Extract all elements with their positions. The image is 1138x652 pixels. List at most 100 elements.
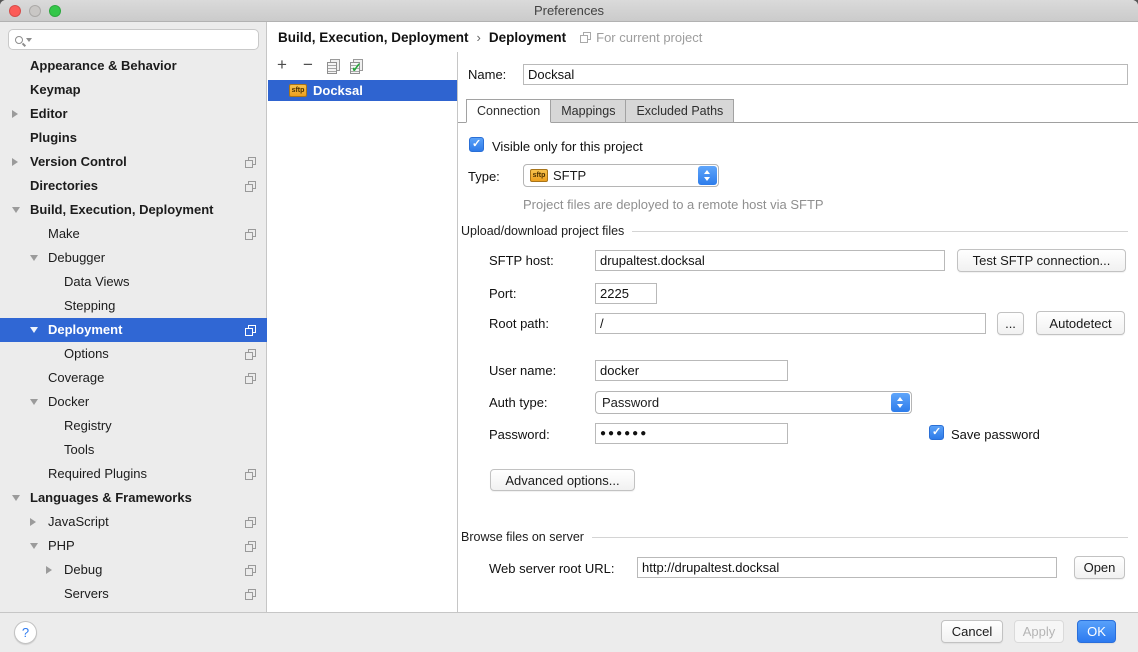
sidebar-item-make[interactable]: Make xyxy=(0,222,267,246)
sidebar-item-registry[interactable]: Registry xyxy=(0,414,267,438)
sidebar-item-languages-frameworks[interactable]: Languages & Frameworks xyxy=(0,486,267,510)
sidebar-item-tools[interactable]: Tools xyxy=(0,438,267,462)
port-label: Port: xyxy=(489,286,516,301)
chevron-down-icon[interactable] xyxy=(30,399,38,405)
chevron-down-icon[interactable] xyxy=(12,495,20,501)
sidebar-item-stepping[interactable]: Stepping xyxy=(0,294,267,318)
sidebar-item-debug[interactable]: Debug xyxy=(0,558,267,582)
preferences-window: Preferences Appearance & BehaviorKeymapE… xyxy=(0,0,1138,652)
chevron-right-icon[interactable] xyxy=(46,566,52,574)
auth-type-selected-value: Password xyxy=(602,395,659,410)
user-name-label: User name: xyxy=(489,363,556,378)
server-list-toolbar: + − ✓ xyxy=(268,52,457,78)
web-root-input[interactable] xyxy=(637,557,1057,578)
type-label: Type: xyxy=(468,169,500,184)
sidebar-item-servers[interactable]: Servers xyxy=(0,582,267,606)
breadcrumb-deployment[interactable]: Deployment xyxy=(489,30,566,45)
sidebar-item-label: Registry xyxy=(64,414,112,438)
sidebar-item-label: Options xyxy=(64,342,109,366)
chevron-down-icon[interactable] xyxy=(30,255,38,261)
sidebar-item-label: Appearance & Behavior xyxy=(30,54,177,78)
chevron-down-icon[interactable] xyxy=(30,543,38,549)
autodetect-button[interactable]: Autodetect xyxy=(1036,311,1125,335)
minimize-window-button[interactable] xyxy=(29,5,41,17)
tab-excluded-paths[interactable]: Excluded Paths xyxy=(626,99,734,123)
save-password-checkbox[interactable] xyxy=(929,425,944,440)
sidebar-item-editor[interactable]: Editor xyxy=(0,102,267,126)
name-input[interactable] xyxy=(523,64,1128,85)
type-selected-value: SFTP xyxy=(553,168,586,183)
sidebar-item-label: JavaScript xyxy=(48,510,109,534)
sidebar-item-options[interactable]: Options xyxy=(0,342,267,366)
name-label: Name: xyxy=(468,67,506,82)
window-title: Preferences xyxy=(534,3,604,18)
use-as-default-button[interactable]: ✓ xyxy=(350,59,361,72)
sidebar-item-required-plugins[interactable]: Required Plugins xyxy=(0,462,267,486)
sidebar-item-keymap[interactable]: Keymap xyxy=(0,78,267,102)
sidebar-item-build-execution-deployment[interactable]: Build, Execution, Deployment xyxy=(0,198,267,222)
section-divider xyxy=(592,537,1128,538)
sidebar-item-label: Debugger xyxy=(48,246,105,270)
search-input[interactable] xyxy=(32,31,258,48)
sidebar-item-label: Editor xyxy=(30,102,68,126)
sidebar-item-docker[interactable]: Docker xyxy=(0,390,267,414)
sftp-host-input[interactable] xyxy=(595,250,945,271)
sidebar-item-directories[interactable]: Directories xyxy=(0,174,267,198)
breadcrumb-build-execution-deployment[interactable]: Build, Execution, Deployment xyxy=(278,30,469,45)
advanced-options-button[interactable]: Advanced options... xyxy=(490,469,635,491)
apply-button[interactable]: Apply xyxy=(1014,620,1064,643)
sidebar-item-label: Stepping xyxy=(64,294,115,318)
settings-search-box[interactable] xyxy=(8,29,259,50)
chevron-down-icon[interactable] xyxy=(12,207,20,213)
sidebar-item-php[interactable]: PHP xyxy=(0,534,267,558)
close-window-button[interactable] xyxy=(9,5,21,17)
chevron-right-icon[interactable] xyxy=(12,110,18,118)
remove-server-button[interactable]: − xyxy=(301,55,315,75)
tab-mappings[interactable]: Mappings xyxy=(551,99,626,123)
breadcrumb: Build, Execution, Deployment › Deploymen… xyxy=(268,22,1138,52)
breadcrumb-separator-icon: › xyxy=(477,30,481,45)
sidebar-item-deployment[interactable]: Deployment xyxy=(0,318,267,342)
sidebar-item-coverage[interactable]: Coverage xyxy=(0,366,267,390)
project-level-icon xyxy=(245,373,255,383)
browse-root-path-button[interactable]: ... xyxy=(997,312,1024,335)
type-select[interactable]: sftp SFTP xyxy=(523,164,719,187)
user-name-input[interactable] xyxy=(595,360,788,381)
root-path-input[interactable] xyxy=(595,313,986,334)
visible-only-label: Visible only for this project xyxy=(492,139,643,154)
visible-only-checkbox[interactable] xyxy=(469,137,484,152)
cancel-button[interactable]: Cancel xyxy=(941,620,1003,643)
sftp-type-icon: sftp xyxy=(530,169,548,182)
deployment-form-panel: Name: Connection Mappings Excluded Paths… xyxy=(458,52,1138,612)
add-server-button[interactable]: + xyxy=(275,55,289,75)
sidebar-item-data-views[interactable]: Data Views xyxy=(0,270,267,294)
sidebar-item-javascript[interactable]: JavaScript xyxy=(0,510,267,534)
browse-files-section-header: Browse files on server xyxy=(461,530,1128,544)
test-sftp-connection-button[interactable]: Test SFTP connection... xyxy=(957,249,1126,272)
password-input[interactable] xyxy=(595,423,788,444)
sidebar-item-label: Debug xyxy=(64,558,102,582)
title-bar: Preferences xyxy=(0,0,1138,22)
copy-server-button[interactable] xyxy=(327,59,338,72)
server-list-item-docksal[interactable]: sftp Docksal xyxy=(268,80,457,101)
help-button[interactable]: ? xyxy=(14,621,37,644)
project-level-icon xyxy=(245,565,255,575)
dropdown-stepper-icon[interactable] xyxy=(891,393,910,412)
settings-sidebar: Appearance & BehaviorKeymapEditorPlugins… xyxy=(0,22,267,612)
zoom-window-button[interactable] xyxy=(49,5,61,17)
open-button[interactable]: Open xyxy=(1074,556,1125,579)
sidebar-item-version-control[interactable]: Version Control xyxy=(0,150,267,174)
dropdown-stepper-icon[interactable] xyxy=(698,166,717,185)
chevron-right-icon[interactable] xyxy=(30,518,36,526)
sidebar-item-debugger[interactable]: Debugger xyxy=(0,246,267,270)
chevron-down-icon[interactable] xyxy=(30,327,38,333)
server-list-panel: + − ✓ sftp Docksal xyxy=(268,52,458,612)
for-current-project-note: For current project xyxy=(580,30,702,45)
tab-connection[interactable]: Connection xyxy=(466,99,551,123)
sidebar-item-plugins[interactable]: Plugins xyxy=(0,126,267,150)
port-input[interactable] xyxy=(595,283,657,304)
sidebar-item-appearance-behavior[interactable]: Appearance & Behavior xyxy=(0,54,267,78)
auth-type-select[interactable]: Password xyxy=(595,391,912,414)
chevron-right-icon[interactable] xyxy=(12,158,18,166)
ok-button[interactable]: OK xyxy=(1077,620,1116,643)
